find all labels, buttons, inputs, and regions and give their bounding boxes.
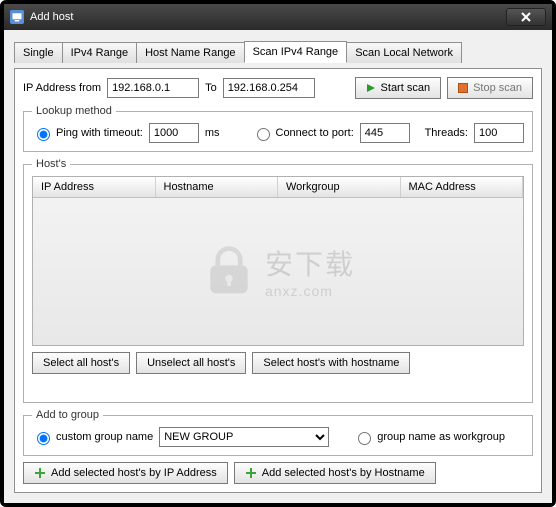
add-by-hostname-button[interactable]: Add selected host's by Hostname xyxy=(234,462,436,484)
hosts-body: 安下载 anxz.com xyxy=(33,198,523,344)
col-hostname[interactable]: Hostname xyxy=(156,177,279,197)
plus-icon xyxy=(34,467,46,479)
unselect-all-button[interactable]: Unselect all host's xyxy=(136,352,246,374)
tab-single[interactable]: Single xyxy=(14,42,63,63)
threads-input[interactable] xyxy=(474,123,524,143)
close-button[interactable] xyxy=(506,8,546,26)
ping-timeout-input[interactable] xyxy=(149,123,199,143)
add-to-group: Add to group custom group name NEW GROUP… xyxy=(23,409,533,456)
connect-port-input[interactable] xyxy=(360,123,410,143)
hosts-legend: Host's xyxy=(32,158,70,170)
tab-hostname-range[interactable]: Host Name Range xyxy=(136,42,245,63)
add-by-ip-button[interactable]: Add selected host's by IP Address xyxy=(23,462,228,484)
tab-scan-ipv4-range[interactable]: Scan IPv4 Range xyxy=(244,41,348,63)
select-with-hostname-button[interactable]: Select host's with hostname xyxy=(252,352,410,374)
ip-from-label: IP Address from xyxy=(23,82,101,94)
watermark: 安下载 anxz.com xyxy=(201,243,355,299)
col-mac[interactable]: MAC Address xyxy=(401,177,524,197)
col-ip[interactable]: IP Address xyxy=(33,177,156,197)
stop-scan-button[interactable]: Stop scan xyxy=(447,77,533,99)
plus-icon xyxy=(245,467,257,479)
threads-label: Threads: xyxy=(425,127,468,139)
ping-radio[interactable]: Ping with timeout: xyxy=(32,125,143,141)
ip-from-input[interactable] xyxy=(107,78,199,98)
content-area: Single IPv4 Range Host Name Range Scan I… xyxy=(4,30,552,503)
lookup-method-group: Lookup method Ping with timeout: ms Conn… xyxy=(23,105,533,152)
custom-group-radio[interactable]: custom group name xyxy=(32,429,153,445)
titlebar: Add host xyxy=(4,4,552,30)
tabpage-scan-ipv4: IP Address from To Start scan Stop scan … xyxy=(14,68,542,493)
group-name-select[interactable]: NEW GROUP xyxy=(159,427,329,447)
play-icon xyxy=(366,83,376,93)
lock-icon xyxy=(201,243,257,299)
hosts-header: IP Address Hostname Workgroup MAC Addres… xyxy=(33,177,523,198)
lookup-legend: Lookup method xyxy=(32,105,116,117)
col-workgroup[interactable]: Workgroup xyxy=(278,177,401,197)
add-host-window: Add host Single IPv4 Range Host Name Ran… xyxy=(0,0,556,507)
window-title: Add host xyxy=(30,11,73,23)
ip-range-row: IP Address from To Start scan Stop scan xyxy=(23,77,533,99)
app-icon xyxy=(10,10,24,24)
hosts-table[interactable]: IP Address Hostname Workgroup MAC Addres… xyxy=(32,176,524,346)
hosts-group: Host's IP Address Hostname Workgroup MAC… xyxy=(23,158,533,403)
workgroup-radio[interactable]: group name as workgroup xyxy=(353,429,505,445)
stop-icon xyxy=(458,83,468,93)
ip-to-input[interactable] xyxy=(223,78,315,98)
connect-radio[interactable]: Connect to port: xyxy=(252,125,354,141)
ip-to-label: To xyxy=(205,82,217,94)
start-scan-button[interactable]: Start scan xyxy=(355,77,442,99)
tabstrip: Single IPv4 Range Host Name Range Scan I… xyxy=(14,40,542,62)
tab-scan-local-network[interactable]: Scan Local Network xyxy=(346,42,462,63)
tab-ipv4-range[interactable]: IPv4 Range xyxy=(62,42,137,63)
add-group-legend: Add to group xyxy=(32,409,103,421)
select-all-button[interactable]: Select all host's xyxy=(32,352,130,374)
ping-unit: ms xyxy=(205,127,220,139)
